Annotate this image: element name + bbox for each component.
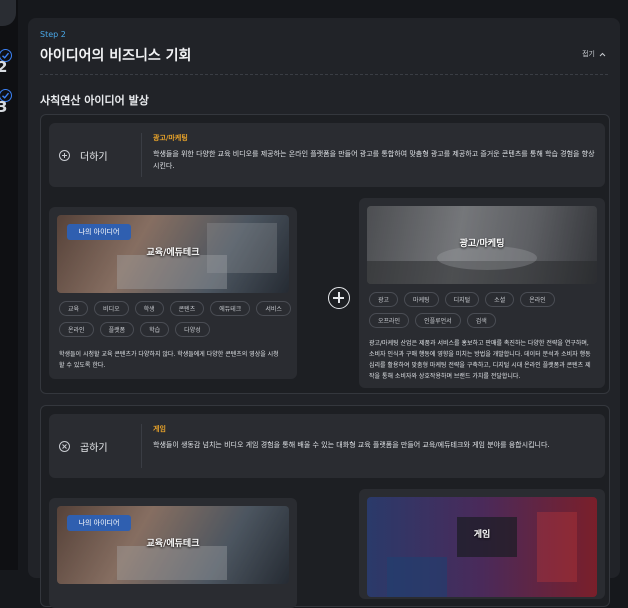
desc-line: 학생들이 시청할 교육 콘텐츠가 다양하지 않다. 학생들에게 다양한 콘텐츠의…	[59, 351, 279, 358]
my-idea-card: 나의 아이디어 교육/에듀테크	[49, 498, 297, 608]
category-image: 게임	[367, 497, 597, 597]
tag: 비디오	[94, 301, 129, 316]
idea-block-multiply: 곱하기 게임 학생들이 생동감 넘치는 비디오 게임 경험을 통해 배울 수 있…	[40, 405, 610, 608]
idea-block-add: 더하기 광고/마케팅 학생들을 위한 다양한 교육 비디오를 제공하는 온라인 …	[40, 114, 610, 394]
combination-result: 곱하기 게임 학생들이 생동감 넘치는 비디오 게임 경험을 통해 배울 수 있…	[49, 414, 605, 478]
fold-button[interactable]: 접기	[582, 49, 606, 59]
tag: 온라인	[59, 322, 94, 337]
combination-description: 학생들이 생동감 넘치는 비디오 게임 경험을 통해 배울 수 있는 대화형 교…	[153, 441, 550, 449]
tag-list: 교육 비디오 학생 콘텐츠 에듀테크 서비스 온라인 플랫폼 학습 다양성	[59, 301, 291, 337]
tag: 학생	[134, 301, 164, 316]
idea-description: 학생들이 시청할 교육 콘텐츠가 다양하지 않다. 학생들에게 다양한 콘텐츠의…	[59, 349, 279, 371]
gaming-setup-image	[387, 512, 577, 597]
tag-list: 광고 마케팅 디지털 소셜 온라인 오프라인 인플루언서 검색	[369, 292, 595, 328]
tag: 인플루언서	[415, 313, 461, 328]
vertical-divider	[141, 133, 142, 177]
operation-add[interactable]: 더하기	[59, 148, 108, 163]
step-number: 3	[0, 98, 8, 116]
operation-label: 더하기	[80, 152, 108, 163]
combination-category: 광고/마케팅	[153, 134, 188, 142]
category-image: 광고/마케팅	[367, 206, 597, 284]
tag: 서비스	[256, 301, 291, 316]
idea-image: 나의 아이디어 교육/에듀테크	[57, 506, 289, 584]
desc-line: 할 수 있도록 한다.	[59, 362, 106, 369]
vertical-divider	[141, 424, 142, 468]
multiply-circle-icon	[59, 441, 70, 452]
image-category-label: 게임	[473, 530, 491, 540]
combined-category-card: 게임	[359, 489, 605, 599]
page-title: 아이디어의 비즈니스 기회	[40, 48, 192, 64]
desc-line: 광고/마케팅 산업은 제품과 서비스를 홍보하고 판매를 촉진하는 다양한 전략…	[369, 340, 589, 347]
tag: 검색	[466, 313, 496, 328]
operation-multiply[interactable]: 곱하기	[59, 439, 108, 454]
tag: 학습	[140, 322, 170, 337]
tag: 소셜	[485, 292, 515, 307]
desc-line: 소비자 인식과 구매 행동에 영향을 미치는 방법을 개발합니다. 데이터 분석…	[369, 351, 591, 358]
tag: 교육	[59, 301, 89, 316]
step-indicator-top	[0, 0, 16, 26]
plus-circle-icon	[59, 150, 70, 161]
my-idea-card: 나의 아이디어 교육/에듀테크 교육 비디오 학생 콘텐츠 에듀테크 서비스 온…	[49, 207, 297, 379]
section-title: 사칙연산 아이디어 발상	[40, 94, 149, 107]
tag: 다양성	[175, 322, 210, 337]
tag: 오프라인	[369, 313, 410, 328]
operation-label: 곱하기	[80, 443, 108, 454]
idea-image: 나의 아이디어 교육/에듀테크	[57, 215, 289, 293]
step-label: Step 2	[40, 30, 66, 39]
tag: 콘텐츠	[169, 301, 205, 316]
combination-result: 더하기 광고/마케팅 학생들을 위한 다양한 교육 비디오를 제공하는 온라인 …	[49, 123, 605, 187]
my-idea-badge: 나의 아이디어	[67, 515, 131, 531]
combination-category: 게임	[153, 425, 166, 433]
step-panel: Step 2 아이디어의 비즈니스 기회 접기 사칙연산 아이디어 발상 더하기…	[28, 18, 620, 608]
tag: 마케팅	[404, 292, 439, 307]
category-description: 광고/마케팅 산업은 제품과 서비스를 홍보하고 판매를 촉진하는 다양한 전략…	[369, 338, 591, 382]
plus-operator-icon	[328, 287, 350, 309]
my-idea-badge: 나의 아이디어	[67, 224, 131, 240]
step-progress-rail: 2 3	[0, 0, 18, 570]
tag: 온라인	[520, 292, 555, 307]
step-number: 2	[0, 58, 8, 76]
tag: 플랫폼	[99, 322, 135, 337]
desc-line: 심리를 활용하여 맞춤형 마케팅 전략을 구축하고, 디지털 시대 온라인 플랫…	[369, 362, 591, 369]
image-category-label: 광고/마케팅	[459, 239, 505, 249]
image-category-label: 교육/에듀테크	[146, 248, 200, 258]
combination-description: 학생들을 위한 다양한 교육 비디오를 제공하는 온라인 플랫폼을 만들어 광고…	[153, 150, 595, 170]
desc-line: 작을 통해 소비자와 상호작용하며 브랜드 가치를 전달합니다.	[369, 373, 521, 380]
section-divider	[40, 74, 608, 75]
tag: 디지털	[444, 292, 480, 307]
combined-category-card: 광고/마케팅 광고 마케팅 디지털 소셜 온라인 오프라인 인플루언서 검색 광…	[359, 198, 605, 388]
tag: 에듀테크	[210, 301, 251, 316]
fold-label: 접기	[582, 50, 595, 58]
image-category-label: 교육/에듀테크	[146, 539, 200, 549]
tag: 광고	[369, 292, 399, 307]
chevron-up-icon	[599, 52, 606, 56]
